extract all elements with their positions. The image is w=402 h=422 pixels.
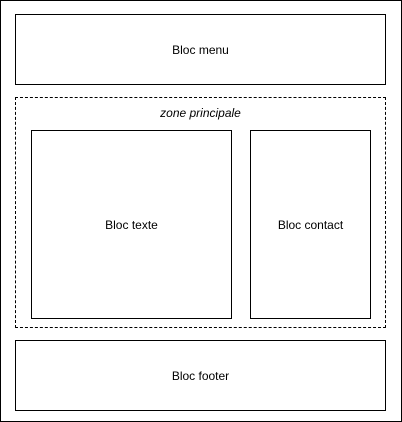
footer-block-label: Bloc footer [171,368,230,383]
main-zone-title: zone principale [160,106,241,120]
contact-block-label: Bloc contact [277,217,344,232]
text-block-label: Bloc texte [105,217,158,232]
footer-block: Bloc footer [15,340,386,411]
contact-block: Bloc contact [250,130,371,319]
menu-block: Bloc menu [15,14,386,85]
menu-block-label: Bloc menu [172,42,229,57]
text-block: Bloc texte [31,130,232,319]
